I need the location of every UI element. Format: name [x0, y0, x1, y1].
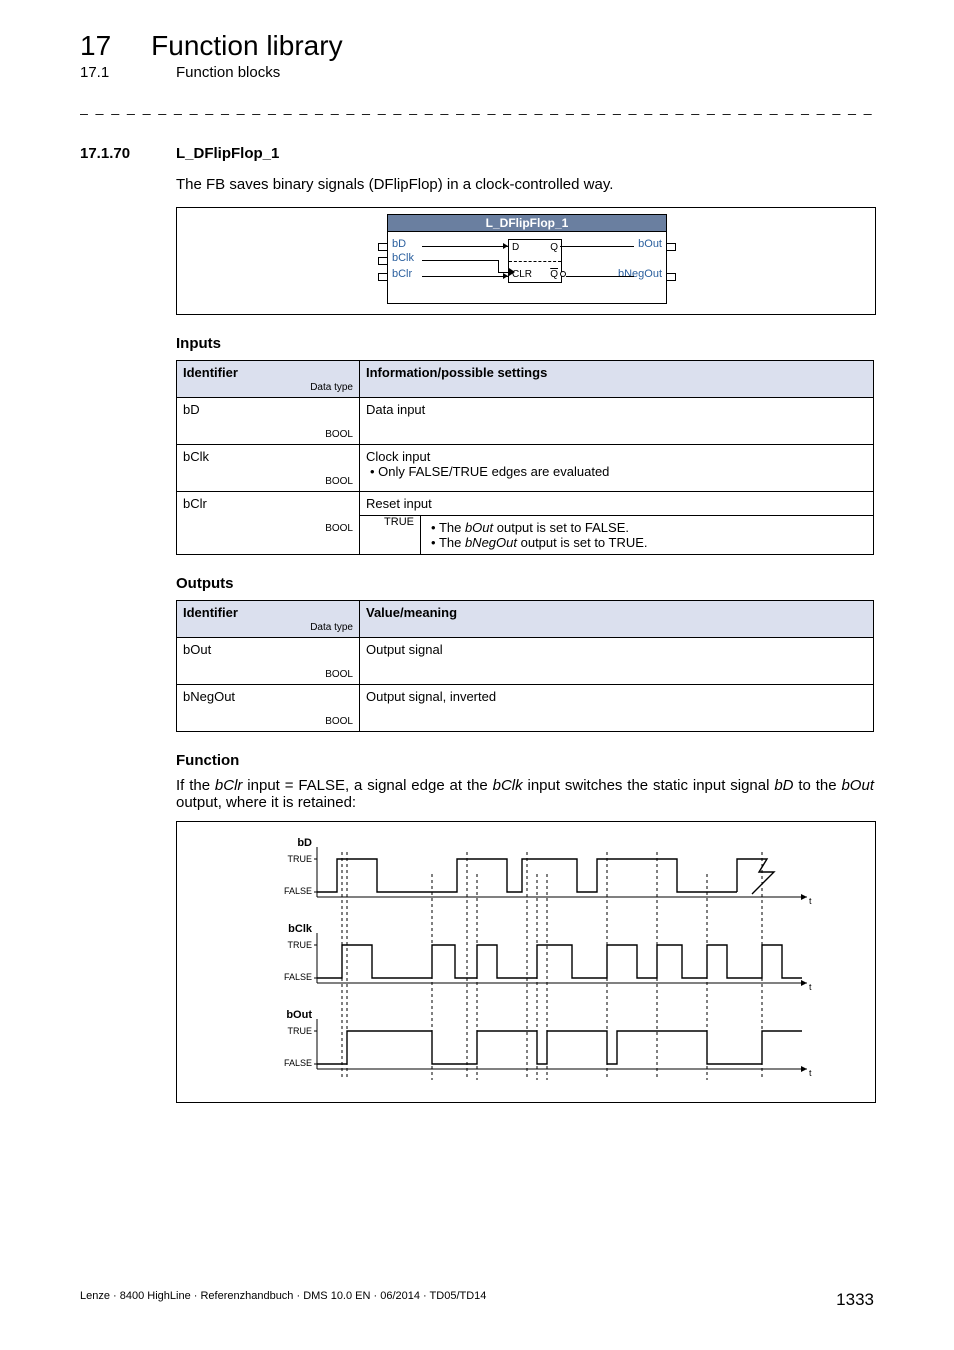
port-bclr: bClr: [392, 268, 412, 280]
th-info: Information/possible settings: [360, 361, 874, 398]
in-bd-desc: Data input: [360, 398, 874, 445]
footer-text: Lenze · 8400 HighLine · Referenzhandbuch…: [80, 1290, 486, 1310]
function-heading: Function: [176, 752, 874, 769]
table-row: bOut BOOL Output signal: [177, 638, 874, 685]
inner-qbar: Q: [550, 269, 558, 280]
outputs-heading: Outputs: [176, 575, 874, 592]
timing-label-bout: bOut: [286, 1009, 312, 1021]
fb-title: L_DFlipFlop_1: [388, 215, 666, 232]
svg-text:t: t: [809, 982, 812, 992]
in-bclr-id: bClr: [183, 496, 207, 511]
timing-svg: bD TRUE FALSE t bClk TRUE FALSE t: [177, 822, 875, 1102]
subsection-title: L_DFlipFlop_1: [176, 145, 279, 162]
out-bnegout-id: bNegOut: [183, 689, 235, 704]
chapter-title: Function library: [151, 30, 342, 62]
svg-text:FALSE: FALSE: [284, 972, 312, 982]
timing-label-bclk: bClk: [288, 923, 313, 935]
in-bclr-true-label: TRUE: [360, 516, 421, 554]
out-bout-desc: Output signal: [360, 638, 874, 685]
timing-label-bd: bD: [297, 837, 312, 849]
table-row: bClr BOOL Reset input: [177, 492, 874, 516]
svg-text:TRUE: TRUE: [288, 940, 313, 950]
svg-text:FALSE: FALSE: [284, 886, 312, 896]
inputs-heading: Inputs: [176, 335, 874, 352]
lead-paragraph: The FB saves binary signals (DFlipFlop) …: [176, 176, 874, 193]
th-value: Value/meaning: [360, 601, 874, 638]
chapter-number: 17: [80, 30, 111, 62]
svg-text:TRUE: TRUE: [288, 854, 313, 864]
timing-diagram: bD TRUE FALSE t bClk TRUE FALSE t: [176, 821, 876, 1103]
in-bclk-bullet: Only FALSE/TRUE edges are evaluated: [380, 464, 867, 479]
section-number: 17.1: [80, 64, 136, 81]
svg-text:t: t: [809, 896, 812, 906]
outputs-table: Identifier Data type Value/meaning bOut …: [176, 600, 874, 732]
inner-clr: CLR: [512, 269, 532, 280]
in-bclr-true-b2: The bNegOut output is set to TRUE.: [441, 535, 648, 550]
function-paragraph: If the bClr input = FALSE, a signal edge…: [176, 777, 874, 811]
svg-text:TRUE: TRUE: [288, 1026, 313, 1036]
fb-diagram: L_DFlipFlop_1 bD bClk bClr bOut bNegOut …: [176, 207, 876, 315]
th-datatype-out: Data type: [183, 622, 353, 633]
section-title: Function blocks: [176, 64, 280, 81]
out-bnegout-type: BOOL: [183, 716, 353, 727]
th-identifier: Identifier: [183, 365, 238, 380]
page-number: 1333: [836, 1290, 874, 1310]
port-bout: bOut: [638, 238, 662, 250]
out-bout-type: BOOL: [183, 669, 353, 680]
table-row: bClk BOOL Clock input Only FALSE/TRUE ed…: [177, 445, 874, 492]
inner-d: D: [512, 242, 519, 253]
separator-dashes: _ _ _ _ _ _ _ _ _ _ _ _ _ _ _ _ _ _ _ _ …: [80, 99, 874, 121]
port-bnegout: bNegOut: [618, 268, 662, 280]
in-bclk-desc: Clock input: [366, 449, 430, 464]
inner-q: Q: [550, 242, 558, 253]
th-identifier-out: Identifier: [183, 605, 238, 620]
svg-text:t: t: [809, 1068, 812, 1078]
in-bclr-desc: Reset input: [360, 492, 874, 516]
out-bnegout-desc: Output signal, inverted: [360, 685, 874, 732]
inputs-table: Identifier Data type Information/possibl…: [176, 360, 874, 555]
in-bclr-true-b1: The bOut output is set to FALSE.: [441, 520, 648, 535]
in-bd-id: bD: [183, 402, 200, 417]
svg-text:FALSE: FALSE: [284, 1058, 312, 1068]
in-bclk-id: bClk: [183, 449, 209, 464]
in-bd-type: BOOL: [183, 429, 353, 440]
table-row: bNegOut BOOL Output signal, inverted: [177, 685, 874, 732]
in-bclr-type: BOOL: [183, 523, 353, 534]
out-bout-id: bOut: [183, 642, 211, 657]
th-datatype: Data type: [183, 382, 353, 393]
subsection-number: 17.1.70: [80, 145, 142, 162]
port-bd: bD: [392, 238, 406, 250]
in-bclk-type: BOOL: [183, 476, 353, 487]
port-bclk: bClk: [392, 252, 414, 264]
table-row: bD BOOL Data input: [177, 398, 874, 445]
